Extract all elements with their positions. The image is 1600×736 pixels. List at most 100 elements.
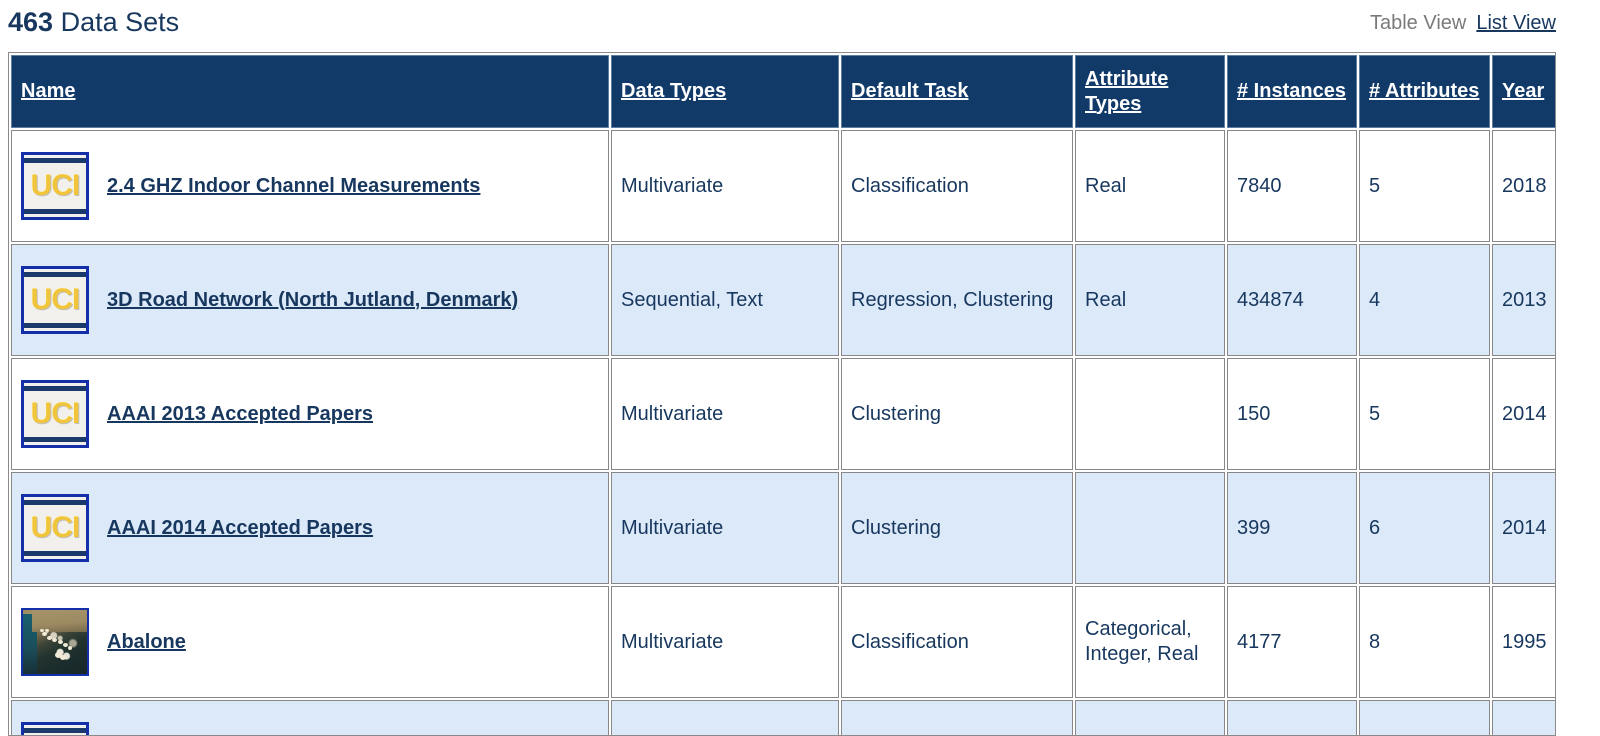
dataset-count: 463: [8, 7, 54, 37]
cell-attributes: 5: [1359, 358, 1490, 470]
cell-task: Clustering: [841, 358, 1073, 470]
uci-logo-icon[interactable]: UCI: [21, 494, 89, 562]
cell-name: Abalone: [11, 586, 609, 698]
uci-logo-top-bar: [24, 386, 86, 391]
uci-logo-icon[interactable]: UCI: [21, 266, 89, 334]
cell-value: Real: [1085, 174, 1127, 197]
uci-logo-icon[interactable]: UCI: [21, 152, 89, 220]
cell-value: 7840: [1237, 174, 1282, 197]
cell-value: 434874: [1237, 288, 1304, 311]
uci-logo-text: UCI: [30, 169, 81, 202]
cell-value: 150: [1237, 402, 1271, 425]
table-view-label: Table View: [1369, 12, 1467, 34]
uci-logo-text: UCI: [30, 397, 81, 430]
cell-value: 2014: [1502, 516, 1547, 539]
cell-data-types: Sequential, Text: [611, 244, 839, 356]
page-title: 463 Data Sets: [8, 5, 179, 39]
column-header-label[interactable]: # Attributes: [1369, 80, 1479, 102]
column-header-year[interactable]: Year: [1492, 55, 1555, 128]
cell-value: 2018: [1502, 174, 1547, 197]
table-row[interactable]: UCI AAAI 2014 Accepted Papers Multivariate…: [11, 472, 1555, 584]
cell-attributes: [1359, 700, 1490, 735]
column-header-label[interactable]: Attribute Types: [1085, 68, 1168, 115]
cell-task: Classification: [841, 130, 1073, 242]
datasets-table: Name Data Types Default Task Attribute Type…: [9, 53, 1555, 735]
uci-logo-text: UCI: [30, 511, 81, 544]
column-header-label[interactable]: Default Task: [851, 80, 968, 102]
thumbnail-shell-speck: [60, 654, 67, 660]
column-header-name[interactable]: Name: [11, 55, 609, 128]
thumbnail-shell-speck: [62, 643, 68, 648]
column-header-label[interactable]: Name: [21, 80, 75, 102]
cell-value: Sequential, Text: [621, 288, 763, 311]
column-header-instances[interactable]: # Instances: [1227, 55, 1357, 128]
cell-attr-types: [1075, 700, 1225, 735]
cell-attributes: 8: [1359, 586, 1490, 698]
cell-value: Multivariate: [621, 516, 724, 539]
column-header-attr_types[interactable]: Attribute Types: [1075, 55, 1225, 128]
cell-instances: 399: [1227, 472, 1357, 584]
cell-attr-types: Real: [1075, 244, 1225, 356]
list-view-link[interactable]: List View: [1476, 12, 1556, 34]
cell-name: UCI 3D Road Network (North Jutland, Denma…: [11, 244, 609, 356]
name-cell-content: UCI AAAI 2014 Accepted Papers: [21, 494, 599, 562]
table-row[interactable]: Abalone Multivariate Classification Categor…: [11, 586, 1555, 698]
uci-logo-top-bar: [24, 272, 86, 277]
name-cell-content: UCI: [21, 722, 599, 735]
column-header-attributes[interactable]: # Attributes: [1359, 55, 1490, 128]
cell-attributes: 4: [1359, 244, 1490, 356]
column-header-task[interactable]: Default Task: [841, 55, 1073, 128]
cell-name: UCI AAAI 2014 Accepted Papers: [11, 472, 609, 584]
cell-value: 5: [1369, 174, 1381, 197]
cell-value: 2014: [1502, 402, 1547, 425]
table-row[interactable]: UCI AAAI 2013 Accepted Papers Multivariate…: [11, 358, 1555, 470]
cell-instances: 150: [1227, 358, 1357, 470]
dataset-link[interactable]: 3D Road Network (North Jutland, Denmark): [107, 288, 518, 313]
cell-value: Clustering: [851, 402, 942, 425]
uci-logo-top-bar: [24, 500, 86, 505]
cell-value: Classification: [851, 174, 969, 197]
dataset-link[interactable]: 2.4 GHZ Indoor Channel Measurements: [107, 174, 480, 199]
dataset-link[interactable]: AAAI 2014 Accepted Papers: [107, 516, 373, 541]
cell-value: Real: [1085, 288, 1127, 311]
cell-value: Clustering: [851, 516, 942, 539]
cell-attributes: 5: [1359, 130, 1490, 242]
cell-data-types: Multivariate: [611, 358, 839, 470]
cell-value: Multivariate: [621, 174, 724, 197]
abalone-thumbnail-image[interactable]: [21, 608, 89, 676]
cell-value: Multivariate: [621, 402, 724, 425]
table-header-row: Name Data Types Default Task Attribute Type…: [11, 55, 1555, 128]
thumbnail-shell-speck: [57, 640, 63, 645]
cell-value: Categorical, Integer, Real: [1085, 618, 1199, 665]
uci-logo-icon[interactable]: UCI: [21, 380, 89, 448]
cell-value: 5: [1369, 402, 1381, 425]
thumbnail-shell-speck: [44, 628, 49, 632]
cell-task: [841, 700, 1073, 735]
cell-value: 8: [1369, 630, 1381, 653]
column-header-label[interactable]: Year: [1502, 80, 1544, 102]
cell-data-types: Multivariate: [611, 586, 839, 698]
dataset-link[interactable]: AAAI 2013 Accepted Papers: [107, 402, 373, 427]
table-row[interactable]: UCI 3D Road Network (North Jutland, Denma…: [11, 244, 1555, 356]
cell-value: 4177: [1237, 630, 1282, 653]
table-body: UCI 2.4 GHZ Indoor Channel Measurements Mu…: [11, 130, 1555, 735]
dataset-link[interactable]: Abalone: [107, 630, 186, 655]
column-header-data_types[interactable]: Data Types: [611, 55, 839, 128]
cell-data-types: [611, 700, 839, 735]
table-row[interactable]: UCI 2.4 GHZ Indoor Channel Measurements Mu…: [11, 130, 1555, 242]
uci-logo-text: UCI: [30, 283, 81, 316]
uci-logo-icon[interactable]: UCI: [21, 722, 89, 735]
cell-value: 2013: [1502, 288, 1547, 311]
table-row[interactable]: UCI: [11, 700, 1555, 735]
name-cell-content: UCI AAAI 2013 Accepted Papers: [21, 380, 599, 448]
uci-logo-bottom-bar: [24, 437, 86, 442]
cell-value: Classification: [851, 630, 969, 653]
cell-year: 2018: [1492, 130, 1555, 242]
cell-year: [1492, 700, 1555, 735]
column-header-label[interactable]: Data Types: [621, 80, 726, 102]
thumbnail-shell-speck: [42, 631, 48, 636]
thumbnail-shell-speck: [52, 638, 58, 643]
cell-name: UCI AAAI 2013 Accepted Papers: [11, 358, 609, 470]
cell-value: 4: [1369, 288, 1381, 311]
column-header-label[interactable]: # Instances: [1237, 80, 1346, 102]
